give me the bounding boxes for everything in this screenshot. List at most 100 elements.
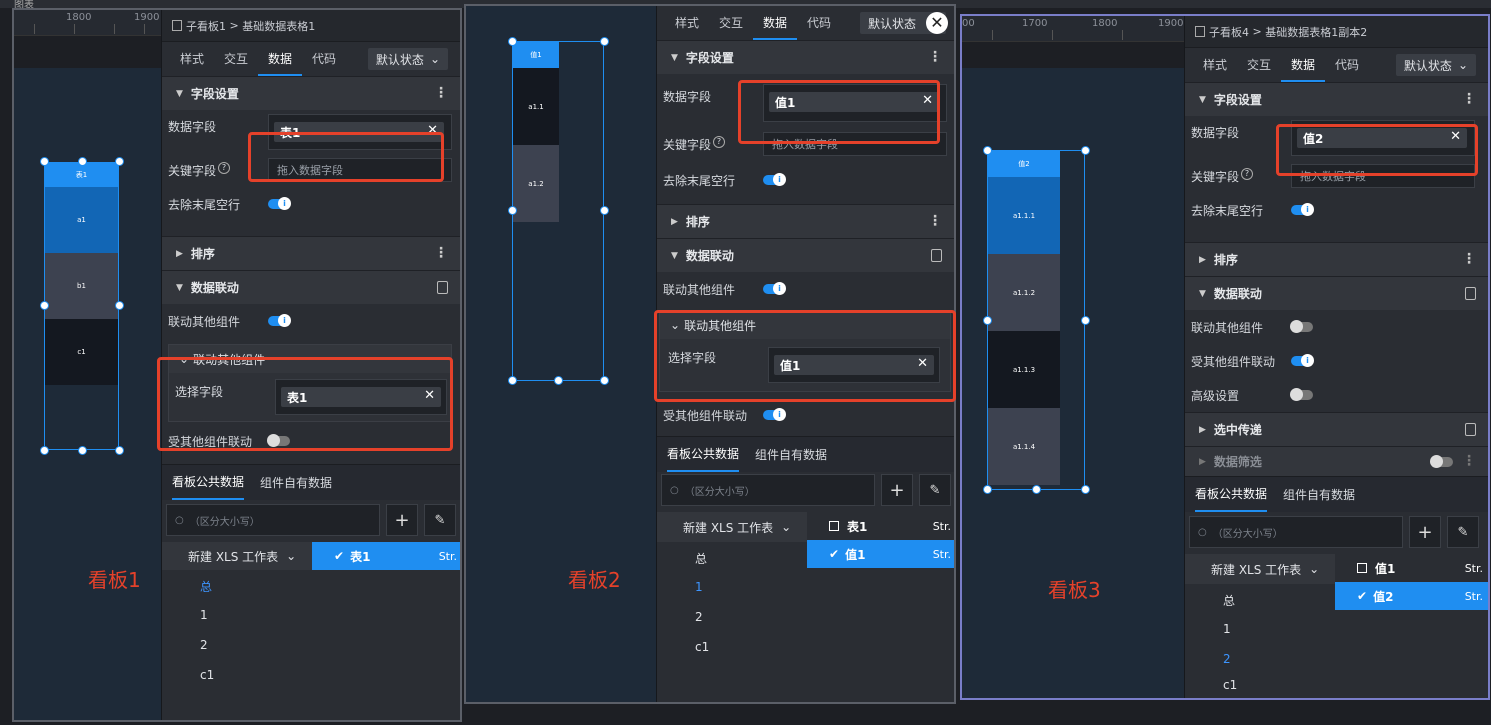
add-button[interactable]: + bbox=[386, 504, 418, 536]
tab-data[interactable]: 数据 bbox=[258, 42, 303, 76]
tab-style[interactable]: 样式 bbox=[665, 6, 709, 40]
resize-handle[interactable] bbox=[600, 376, 609, 385]
resize-handle[interactable] bbox=[40, 446, 49, 455]
section-fields[interactable]: ▼ 字段设置 ⋮ bbox=[657, 40, 954, 74]
table-widget[interactable]: 值1 a1.1 a1.2 bbox=[512, 41, 604, 381]
link-other-toggle[interactable] bbox=[1290, 320, 1313, 333]
trim-toggle[interactable]: i bbox=[763, 173, 786, 186]
tree-item[interactable]: 1 bbox=[1223, 622, 1231, 636]
resize-handle[interactable] bbox=[1081, 146, 1090, 155]
resize-handle[interactable] bbox=[983, 146, 992, 155]
table-widget[interactable]: 表1 a1 b1 c1 bbox=[44, 162, 119, 450]
tab-own-data[interactable]: 组件自有数据 bbox=[755, 446, 827, 463]
resize-handle[interactable] bbox=[115, 157, 124, 166]
resize-handle[interactable] bbox=[1081, 316, 1090, 325]
add-button[interactable]: + bbox=[1409, 516, 1441, 548]
trim-toggle[interactable]: i bbox=[268, 197, 291, 210]
resize-handle[interactable] bbox=[600, 37, 609, 46]
resize-handle[interactable] bbox=[508, 206, 517, 215]
resize-handle[interactable] bbox=[983, 316, 992, 325]
section-link[interactable]: ▼ 数据联动 bbox=[1185, 276, 1488, 310]
resize-handle[interactable] bbox=[554, 376, 563, 385]
tab-own-data[interactable]: 组件自有数据 bbox=[260, 474, 332, 491]
tab-code[interactable]: 代码 bbox=[302, 42, 346, 76]
section-sort[interactable]: ▶ 排序 ⋮ bbox=[1185, 242, 1488, 276]
resize-handle[interactable] bbox=[115, 446, 124, 455]
lock-icon[interactable] bbox=[1465, 287, 1476, 300]
search-input[interactable]: ○ （区分大小写） bbox=[166, 504, 380, 536]
help-icon[interactable]: ? bbox=[1241, 168, 1253, 180]
state-dropdown[interactable]: 默认状态 ⌄ bbox=[367, 48, 448, 70]
tab-public-data[interactable]: 看板公共数据 bbox=[172, 465, 245, 500]
resize-handle[interactable] bbox=[1032, 485, 1041, 494]
help-icon[interactable]: ? bbox=[713, 136, 725, 148]
resize-handle[interactable] bbox=[78, 446, 87, 455]
resize-handle[interactable] bbox=[600, 206, 609, 215]
section-fields[interactable]: ▼ 字段设置 ⋮ bbox=[1185, 82, 1488, 116]
filter-toggle[interactable] bbox=[1430, 455, 1453, 468]
section-link[interactable]: ▼ 数据联动 bbox=[162, 270, 460, 304]
tab-code[interactable]: 代码 bbox=[797, 6, 841, 40]
tab-code[interactable]: 代码 bbox=[1325, 48, 1369, 82]
tab-interaction[interactable]: 交互 bbox=[1237, 48, 1281, 82]
field-item[interactable]: 表1 Str. bbox=[807, 512, 954, 540]
table-widget[interactable]: 值2 a1.1.1 a1.1.2 a1.1.3 a1.1.4 bbox=[987, 150, 1085, 490]
workbook-item[interactable]: 新建 XLS 工作表 ⌄ bbox=[657, 512, 807, 542]
resize-handle[interactable] bbox=[508, 376, 517, 385]
link-other-toggle[interactable]: i bbox=[763, 282, 786, 295]
search-input[interactable]: ○ （区分大小写） bbox=[1189, 516, 1403, 548]
more-icon[interactable]: ⋮ bbox=[1462, 454, 1476, 468]
more-icon[interactable]: ⋮ bbox=[1462, 252, 1476, 266]
more-icon[interactable]: ⋮ bbox=[928, 214, 942, 228]
more-icon[interactable]: ⋮ bbox=[434, 246, 448, 260]
advanced-toggle[interactable] bbox=[1290, 388, 1313, 401]
lock-icon[interactable] bbox=[437, 281, 448, 294]
field-item[interactable]: ✔ 表1 Str. bbox=[312, 542, 460, 570]
tree-item[interactable]: c1 bbox=[1223, 678, 1238, 692]
state-dropdown[interactable]: 默认状态 ⌄ bbox=[1395, 54, 1476, 76]
help-icon[interactable]: ? bbox=[218, 162, 230, 174]
edit-icon[interactable]: ✎ bbox=[424, 504, 456, 536]
workbook-item[interactable]: 新建 XLS 工作表 ⌄ bbox=[162, 542, 312, 570]
tree-item[interactable]: 1 bbox=[695, 580, 703, 594]
tree-item[interactable]: 2 bbox=[1223, 652, 1231, 666]
section-filter[interactable]: ▶ 数据筛选 ⋮ bbox=[1185, 446, 1488, 476]
tab-style[interactable]: 样式 bbox=[1193, 48, 1237, 82]
tree-item[interactable]: 总 bbox=[695, 550, 708, 567]
field-item[interactable]: 值1 Str. bbox=[1335, 554, 1488, 582]
close-icon[interactable]: ✕ bbox=[926, 12, 948, 34]
edit-icon[interactable]: ✎ bbox=[919, 474, 951, 506]
more-icon[interactable]: ⋮ bbox=[928, 50, 942, 64]
tab-interaction[interactable]: 交互 bbox=[214, 42, 258, 76]
resize-handle[interactable] bbox=[1081, 485, 1090, 494]
search-input[interactable]: ○ （区分大小写） bbox=[661, 474, 875, 506]
tree-item[interactable]: c1 bbox=[200, 668, 215, 682]
resize-handle[interactable] bbox=[115, 301, 124, 310]
resize-handle[interactable] bbox=[40, 157, 49, 166]
section-select[interactable]: ▶ 选中传递 bbox=[1185, 412, 1488, 446]
tree-item[interactable]: 2 bbox=[695, 610, 703, 624]
tab-public-data[interactable]: 看板公共数据 bbox=[1195, 477, 1268, 512]
section-fields[interactable]: ▼ 字段设置 ⋮ bbox=[162, 76, 460, 110]
tab-interaction[interactable]: 交互 bbox=[709, 6, 753, 40]
tab-data[interactable]: 数据 bbox=[753, 6, 798, 40]
field-item[interactable]: ✔ 值1 Str. bbox=[807, 540, 954, 568]
add-button[interactable]: + bbox=[881, 474, 913, 506]
received-toggle[interactable]: i bbox=[763, 408, 786, 421]
tab-data[interactable]: 数据 bbox=[1281, 48, 1326, 82]
resize-handle[interactable] bbox=[508, 37, 517, 46]
tab-public-data[interactable]: 看板公共数据 bbox=[667, 437, 740, 472]
resize-handle[interactable] bbox=[78, 157, 87, 166]
tree-item[interactable]: 总 bbox=[200, 578, 213, 595]
link-other-toggle[interactable]: i bbox=[268, 314, 291, 327]
section-link[interactable]: ▼ 数据联动 bbox=[657, 238, 954, 272]
trim-toggle[interactable]: i bbox=[1291, 203, 1314, 216]
more-icon[interactable]: ⋮ bbox=[1462, 92, 1476, 106]
received-toggle[interactable]: i bbox=[1291, 354, 1314, 367]
section-sort[interactable]: ▶ 排序 ⋮ bbox=[657, 204, 954, 238]
lock-icon[interactable] bbox=[931, 249, 942, 262]
tab-style[interactable]: 样式 bbox=[170, 42, 214, 76]
tab-own-data[interactable]: 组件自有数据 bbox=[1283, 486, 1355, 503]
workbook-item[interactable]: 新建 XLS 工作表 ⌄ bbox=[1185, 554, 1335, 584]
section-sort[interactable]: ▶ 排序 ⋮ bbox=[162, 236, 460, 270]
